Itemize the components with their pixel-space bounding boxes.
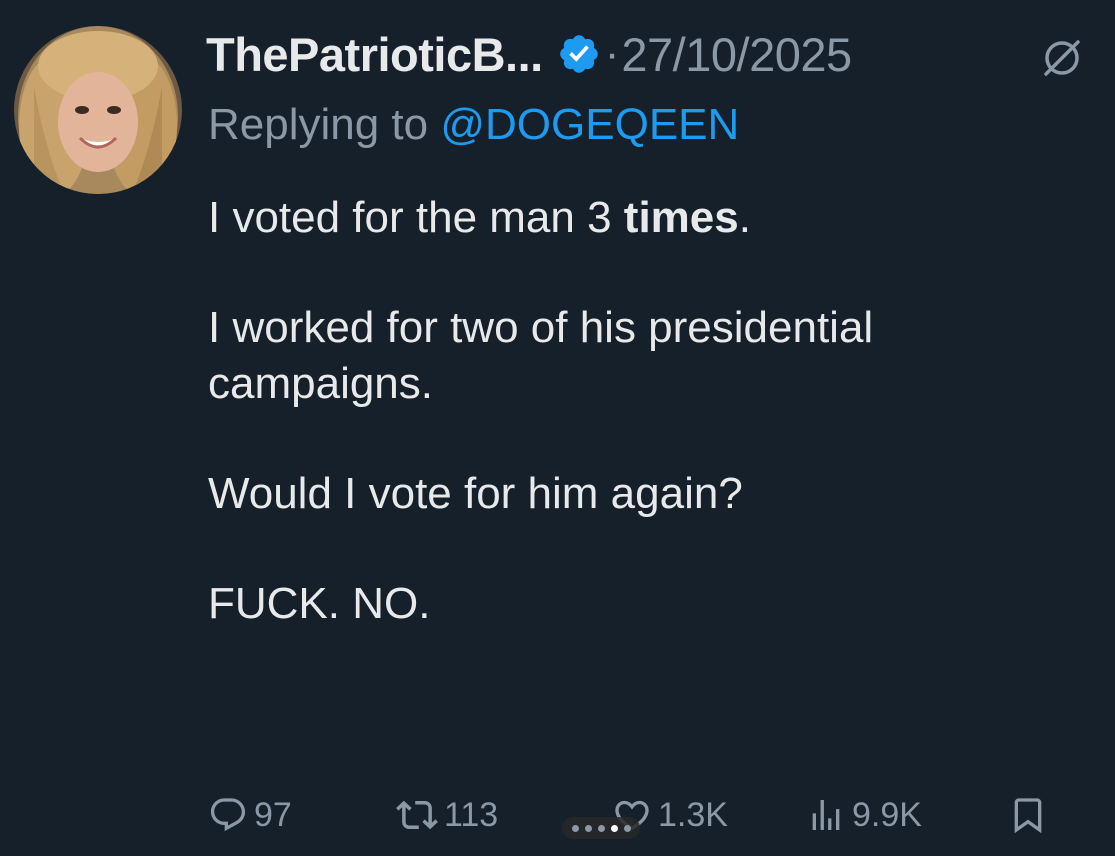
tweet-text: I voted for the man 3 times. I worked fo… [208,190,1088,686]
repost-button[interactable]: 113 [396,790,498,840]
like-count: 1.3K [658,795,728,834]
reply-button[interactable]: 97 [208,790,292,840]
tweet-paragraph-2: I worked for two of his presidential cam… [208,303,874,408]
tweet-paragraph-4: FUCK. NO. [208,579,431,628]
pager-dot[interactable] [623,824,631,832]
bar-chart-icon [806,795,846,835]
mention-link[interactable]: @DOGEQEEN [440,100,739,149]
image-pager[interactable] [562,817,640,839]
reply-icon [208,795,248,835]
tweet-paragraph-1: I voted for the man 3 times. [208,190,1088,246]
tweet: ThePatrioticB... · 27/10/2025 Replying t… [0,0,1115,856]
tweet-paragraph-3: Would I vote for him again? [208,469,743,518]
avatar[interactable] [14,26,182,194]
display-name[interactable]: ThePatrioticB... [206,27,543,82]
separator-dot: · [604,29,620,78]
pager-dot-active[interactable] [610,824,618,832]
reply-count: 97 [254,795,292,834]
view-count: 9.9K [852,795,922,834]
bookmark-button[interactable] [1008,790,1048,840]
pager-dot[interactable] [571,824,579,832]
tweet-date[interactable]: 27/10/2025 [621,27,852,82]
repost-count: 113 [444,795,499,834]
tweet-text-part: I voted for the man 3 [208,193,624,242]
tweet-header: ThePatrioticB... · 27/10/2025 [206,22,852,86]
replying-to: Replying to @DOGEQEEN [208,100,739,150]
pager-dot[interactable] [584,824,592,832]
tweet-text-end: . [738,193,751,242]
avatar-image [14,26,182,194]
tweet-text-bold: times [623,193,739,242]
pager-dot[interactable] [597,824,605,832]
views-button[interactable]: 9.9K [806,790,922,840]
grok-icon[interactable] [1040,36,1084,85]
bookmark-icon [1008,795,1048,835]
repost-icon [396,794,438,836]
verified-badge-icon[interactable] [557,32,601,76]
reply-prefix: Replying to [208,100,441,149]
